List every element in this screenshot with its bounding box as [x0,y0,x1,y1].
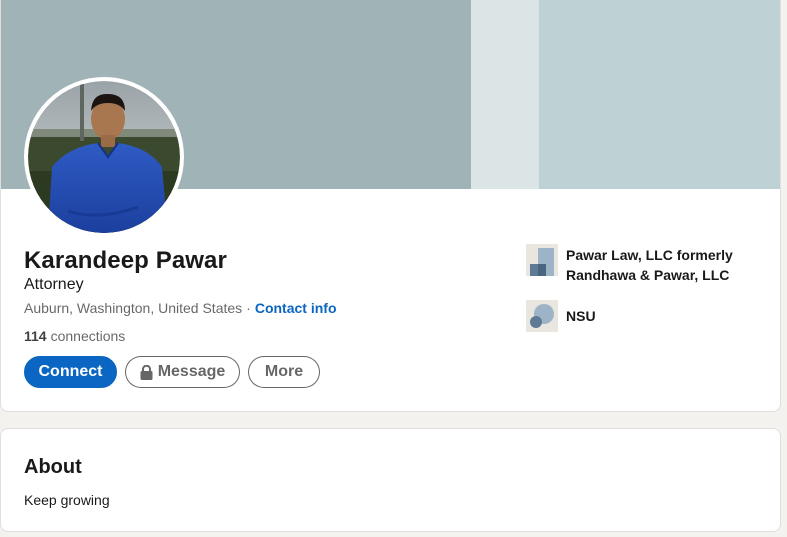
company-logo-icon [526,244,558,276]
organization-item-school[interactable]: NSU [526,300,736,332]
profile-avatar[interactable] [24,77,184,237]
connections-count[interactable]: 114 connections [24,328,125,344]
about-title: About [24,456,82,478]
about-section: About Keep growing [0,428,781,532]
organization-name: Pawar Law, LLC formerly Randhawa & Pawar… [566,247,733,283]
connect-button[interactable]: Connect [24,356,117,388]
contact-info-link[interactable]: Contact info [255,300,337,316]
profile-name: Karandeep Pawar [24,247,227,274]
banner-shape-stripe [471,0,539,189]
organization-name: NSU [566,308,596,324]
lock-icon [140,364,153,380]
profile-actions: Connect Message More [24,356,320,388]
banner-shape-panel [539,0,780,189]
location-row: Auburn, Washington, United States · Contac… [24,300,337,316]
profile-photo-icon [28,81,180,233]
profile-location: Auburn, Washington, United States [24,300,243,316]
message-button[interactable]: Message [125,356,240,388]
message-button-label: Message [157,363,226,380]
school-logo-icon [526,300,558,332]
more-button[interactable]: More [248,356,320,388]
about-text: Keep growing [24,492,110,508]
profile-headline: Attorney [24,276,84,293]
organization-item-company[interactable]: Pawar Law, LLC formerly Randhawa & Pawar… [526,244,736,285]
profile-top-card: Karandeep Pawar Attorney Auburn, Washing… [0,0,781,412]
location-separator: · [246,300,251,316]
connections-number: 114 [24,328,47,344]
connections-label: connections [50,328,126,344]
organizations-list: Pawar Law, LLC formerly Randhawa & Pawar… [526,244,736,347]
